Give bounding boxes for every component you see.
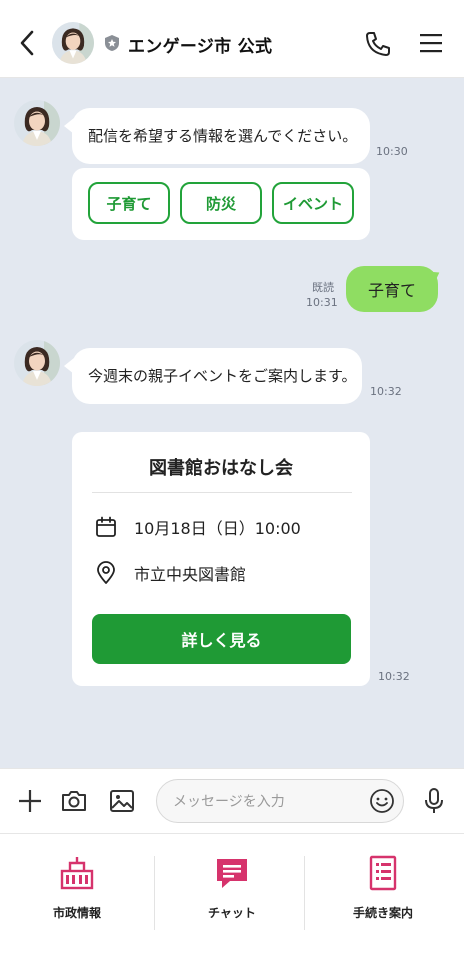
nav-label: 手続き案内 [352, 906, 413, 920]
read-receipt: 既読 [312, 281, 334, 294]
chat-area[interactable]: 配信を希望する情報を選んでください。 10:30 子育て 防災 イベント 既読 … [0, 78, 464, 768]
chip-childcare[interactable]: 子育て [88, 182, 170, 224]
event-place: 市立中央図書館 [134, 565, 247, 584]
details-button[interactable]: 詳しく見る [92, 614, 351, 664]
divider [92, 492, 352, 493]
chip-disaster-prevention[interactable]: 防災 [180, 182, 262, 224]
camera-icon[interactable] [60, 787, 88, 815]
message-text: 子育て [367, 281, 416, 300]
chat-icon [213, 854, 251, 892]
event-place-row: 市立中央図書館 [94, 560, 246, 586]
nav-chat[interactable]: チャット [155, 834, 309, 960]
message-text: 配信を希望する情報を選んでください。 [88, 127, 358, 145]
choice-card: 子育て 防災 イベント [72, 168, 370, 240]
divider [304, 856, 305, 930]
city-hall-icon [58, 854, 96, 892]
image-icon[interactable] [108, 787, 136, 815]
document-list-icon [364, 854, 402, 892]
calendar-icon [94, 515, 118, 539]
avatar[interactable] [14, 340, 60, 386]
chip-event[interactable]: イベント [272, 182, 354, 224]
chat-app: エンゲージ市 公式 配信を希望する情報を選んでください。 10:30 子育て 防… [0, 0, 464, 960]
message-time: 10:32 [370, 385, 402, 398]
user-message-bubble[interactable]: 子育て [346, 266, 438, 312]
nav-label: 市政情報 [52, 906, 101, 920]
avatar[interactable] [14, 100, 60, 146]
message-bubble[interactable]: 配信を希望する情報を選んでください。 [72, 108, 370, 164]
message-time: 10:30 [376, 145, 408, 158]
message-input[interactable] [173, 790, 363, 814]
nav-procedures[interactable]: 手続き案内 [306, 834, 460, 960]
nav-label: チャット [208, 906, 256, 920]
message-input-bar [0, 768, 464, 834]
plus-icon[interactable] [16, 787, 44, 815]
nav-city-info[interactable]: 市政情報 [0, 834, 154, 960]
message-input-field[interactable] [156, 779, 404, 823]
message-time: 10:31 [306, 296, 338, 309]
location-pin-icon [94, 561, 118, 585]
event-date: 10月18日（日）10:00 [134, 519, 301, 538]
bottom-navigation: 市政情報 チャット 手続き案内 [0, 834, 464, 960]
message-bubble[interactable]: 今週末の親子イベントをご案内します。 [72, 348, 362, 404]
microphone-icon[interactable] [420, 787, 448, 815]
event-card[interactable]: 図書館おはなし会 10月18日（日）10:00 市立中央図書館 詳しく見る [72, 432, 370, 686]
event-title: 図書館おはなし会 [149, 458, 293, 479]
event-date-row: 10月18日（日）10:00 [94, 514, 301, 540]
message-text: 今週末の親子イベントをご案内します。 [88, 367, 357, 385]
message-time: 10:32 [378, 670, 410, 683]
emoji-icon[interactable] [369, 788, 395, 814]
